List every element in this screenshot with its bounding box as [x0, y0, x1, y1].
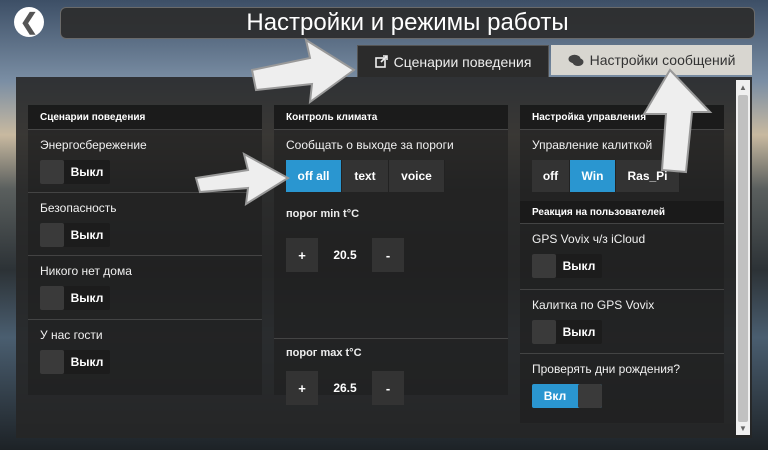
- toggle-knob: [40, 223, 64, 247]
- max-threshold-row: порог max t°C + 26.5 -: [274, 338, 508, 408]
- tab-messages[interactable]: Настройки сообщений: [551, 45, 752, 75]
- tab-scenarios[interactable]: Сценарии поведения: [357, 45, 549, 77]
- list-item: Проверять дни рождения? Вкл: [520, 353, 724, 423]
- page-title: Настройки и режимы работы: [60, 7, 755, 39]
- comments-icon: [568, 54, 584, 67]
- min-threshold-value: 20.5: [333, 248, 357, 262]
- toggle-state: Выкл: [70, 291, 104, 305]
- scrollbar[interactable]: ▲ ▼: [736, 80, 750, 435]
- reaction-label: Калитка по GPS Vovix: [532, 298, 655, 312]
- gate-option-win[interactable]: Win: [570, 160, 616, 192]
- page-title-text: Настройки и режимы работы: [246, 9, 569, 36]
- toggle-state: Вкл: [543, 389, 567, 403]
- max-increase-button[interactable]: +: [286, 371, 318, 405]
- min-threshold-label: порог min t°C: [286, 208, 360, 220]
- scenario-label: Энергосбережение: [40, 138, 147, 152]
- scroll-down-arrow-icon[interactable]: ▼: [736, 421, 750, 435]
- main-panel: Сценарии поведения Энергосбережение Выкл…: [16, 77, 752, 438]
- gate-segmented-control: off Win Ras_Pi: [532, 160, 712, 192]
- gate-control-label: Управление калиткой: [532, 138, 653, 152]
- gate-gps-toggle[interactable]: Выкл: [532, 320, 602, 344]
- list-item: Калитка по GPS Vovix Выкл: [520, 289, 724, 353]
- list-item: Никого нет дома Выкл: [28, 255, 262, 319]
- reaction-heading: Реакция на пользователей: [520, 201, 724, 223]
- gate-option-off[interactable]: off: [532, 160, 570, 192]
- toggle-state: Выкл: [70, 355, 104, 369]
- toggle-state: Выкл: [70, 228, 104, 242]
- min-increase-button[interactable]: +: [286, 238, 318, 272]
- tab-messages-label: Настройки сообщений: [589, 52, 736, 68]
- climate-card: Контроль климата Сообщать о выходе за по…: [274, 105, 508, 405]
- scroll-up-arrow-icon[interactable]: ▲: [736, 80, 750, 94]
- max-decrease-button[interactable]: -: [372, 371, 404, 405]
- gate-control-row: Управление калиткой off Win Ras_Pi: [520, 129, 724, 201]
- toggle-state: Выкл: [562, 259, 596, 273]
- back-button[interactable]: ❮: [14, 7, 44, 37]
- gate-heading: Настройка управления: [520, 105, 724, 129]
- min-threshold-row: + 20.5 -: [274, 238, 508, 338]
- list-item: Энергосбережение Выкл: [28, 129, 262, 192]
- energy-saving-toggle[interactable]: Выкл: [40, 160, 110, 184]
- list-item: Безопасность Выкл: [28, 192, 262, 255]
- notify-option-text[interactable]: text: [342, 160, 389, 192]
- list-item: GPS Vovix ч/з iCloud Выкл: [520, 223, 724, 289]
- reaction-label: Проверять дни рождения?: [532, 362, 681, 376]
- scenarios-card: Сценарии поведения Энергосбережение Выкл…: [28, 105, 262, 395]
- tab-scenarios-label: Сценарии поведения: [393, 53, 532, 70]
- climate-heading: Контроль климата: [274, 105, 508, 129]
- list-item: У нас гости Выкл: [28, 319, 262, 383]
- scenarios-heading: Сценарии поведения: [28, 105, 262, 129]
- chevron-left-icon: ❮: [19, 9, 39, 34]
- min-decrease-button[interactable]: -: [372, 238, 404, 272]
- external-link-icon: [374, 55, 388, 68]
- toggle-knob: [578, 384, 602, 408]
- scenario-label: Безопасность: [40, 201, 117, 215]
- toggle-state: Выкл: [70, 165, 104, 179]
- notify-segmented-control: off all text voice: [286, 160, 496, 192]
- toggle-knob: [40, 286, 64, 310]
- toggle-state: Выкл: [562, 325, 596, 339]
- notify-option-voice[interactable]: voice: [389, 160, 445, 192]
- toggle-knob: [532, 320, 556, 344]
- max-threshold-label: порог max t°C: [286, 347, 362, 359]
- reaction-label: GPS Vovix ч/з iCloud: [532, 232, 646, 246]
- min-threshold-stepper: + 20.5 -: [286, 238, 496, 272]
- toggle-knob: [40, 160, 64, 184]
- scrollbar-thumb[interactable]: [738, 95, 748, 422]
- notify-label: Сообщать о выходе за пороги: [286, 138, 454, 152]
- scenario-label: У нас гости: [40, 328, 103, 342]
- notify-row: Сообщать о выходе за пороги off all text…: [274, 129, 508, 224]
- max-threshold-stepper: + 26.5 -: [286, 371, 496, 405]
- scenario-label: Никого нет дома: [40, 264, 132, 278]
- security-toggle[interactable]: Выкл: [40, 223, 110, 247]
- toggle-knob: [532, 254, 556, 278]
- gps-icloud-toggle[interactable]: Выкл: [532, 254, 602, 278]
- gate-option-ras-pi[interactable]: Ras_Pi: [616, 160, 680, 192]
- toggle-knob: [40, 350, 64, 374]
- notify-option-off-all[interactable]: off all: [286, 160, 342, 192]
- birthday-check-toggle[interactable]: Вкл: [532, 384, 602, 408]
- max-threshold-value: 26.5: [333, 381, 357, 395]
- nobody-home-toggle[interactable]: Выкл: [40, 286, 110, 310]
- gate-card: Настройка управления Управление калиткой…: [520, 105, 724, 423]
- guests-toggle[interactable]: Выкл: [40, 350, 110, 374]
